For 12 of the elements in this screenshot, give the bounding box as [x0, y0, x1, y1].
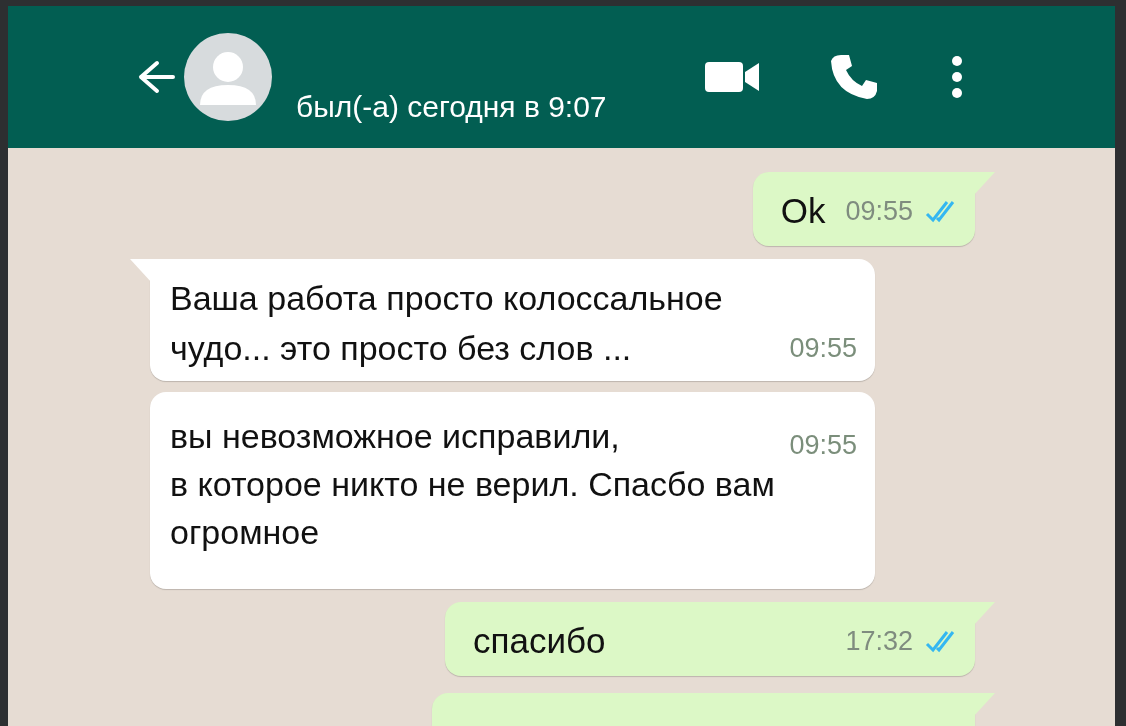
avatar-icon[interactable] — [184, 33, 272, 121]
menu-icon[interactable] — [951, 55, 963, 99]
message-time: 09:55 — [789, 332, 857, 365]
last-seen-text: был(-а) сегодня в 9:07 — [296, 90, 607, 124]
message-time: 09:55 — [845, 195, 913, 228]
message-text: Ваша работа просто колоссальное чудо... это просто без слов ... — [170, 278, 723, 369]
message-time: 09:55 — [789, 429, 857, 462]
phone-icon[interactable] — [831, 53, 879, 101]
message-text: спасибо — [473, 620, 607, 662]
message-time: 17:32 — [845, 625, 913, 658]
message-text: Ok — [780, 190, 826, 232]
message-text: вы невозможное исправили, в которое никто не верил. Спасбо вам огромное — [170, 416, 775, 553]
